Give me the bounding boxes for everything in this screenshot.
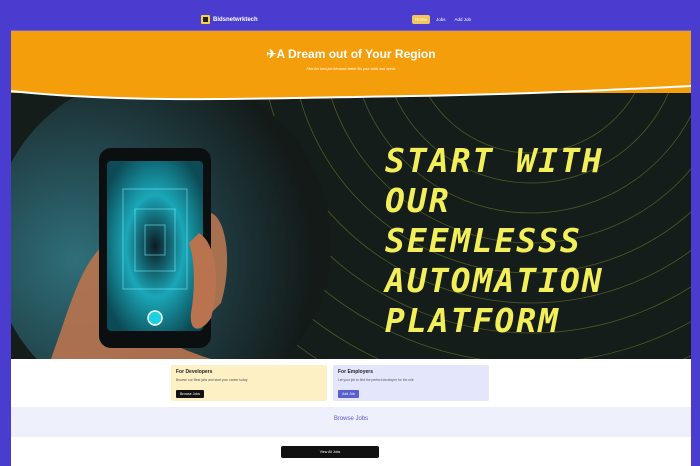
promo-banner: START WITH OUR SEEMLESSS AUTOMATION PLAT… [11,93,691,359]
browse-jobs-button[interactable]: Browse Jobs [176,390,205,398]
nav-links: Home Jobs Add Job [412,15,474,24]
role-cards-section: For Developers Browse our Best jobs and … [11,359,691,407]
employers-card-title: For Employers [338,369,374,375]
brand-logo-icon [201,15,210,24]
view-all-section: View All Jobs [11,437,691,466]
hero-title: ✈A Dream out of Your Region [266,47,436,61]
browse-jobs-heading: Browse Jobs [333,416,369,422]
browse-jobs-section: Browse Jobs [11,407,691,437]
headline-line: START WITH [385,141,604,180]
brand-name: Bidsnetwrktech [213,16,258,23]
developers-card-title: For Developers [176,369,213,375]
headline-line: AUTOMATION [385,261,604,300]
view-all-jobs-button[interactable]: View All Jobs [281,446,379,458]
top-navbar: Bidsnetwrktech Home Jobs Add Job [11,10,691,30]
employers-card-text: Let your job to find the perfect develop… [338,378,414,382]
nav-link-add-job[interactable]: Add Job [452,15,475,24]
headline-line: PLATFORM [385,301,560,340]
brand-logo[interactable]: Bidsnetwrktech [201,15,258,24]
nav-link-home[interactable]: Home [412,15,431,24]
banner-headline: START WITH OUR SEEMLESSS AUTOMATION PLAT… [385,141,685,341]
add-job-button[interactable]: Add Job [338,390,359,398]
hero-wave-divider [11,84,691,101]
nav-link-jobs[interactable]: Jobs [433,15,449,24]
hero-subtitle: Find the best job because better fits yo… [306,67,396,71]
browser-viewport: Bidsnetwrktech Home Jobs Add Job ✈A Drea… [11,0,691,466]
employers-card: For Employers Let your job to find the p… [333,365,489,401]
shutter-icon [147,310,163,326]
developers-card-text: Browse our Best jobs and start your care… [176,378,248,382]
phone-screen [107,161,203,331]
developers-card: For Developers Browse our Best jobs and … [171,365,327,401]
headline-line: SEEMLESSS [385,221,582,260]
headline-line: OUR [385,181,451,220]
